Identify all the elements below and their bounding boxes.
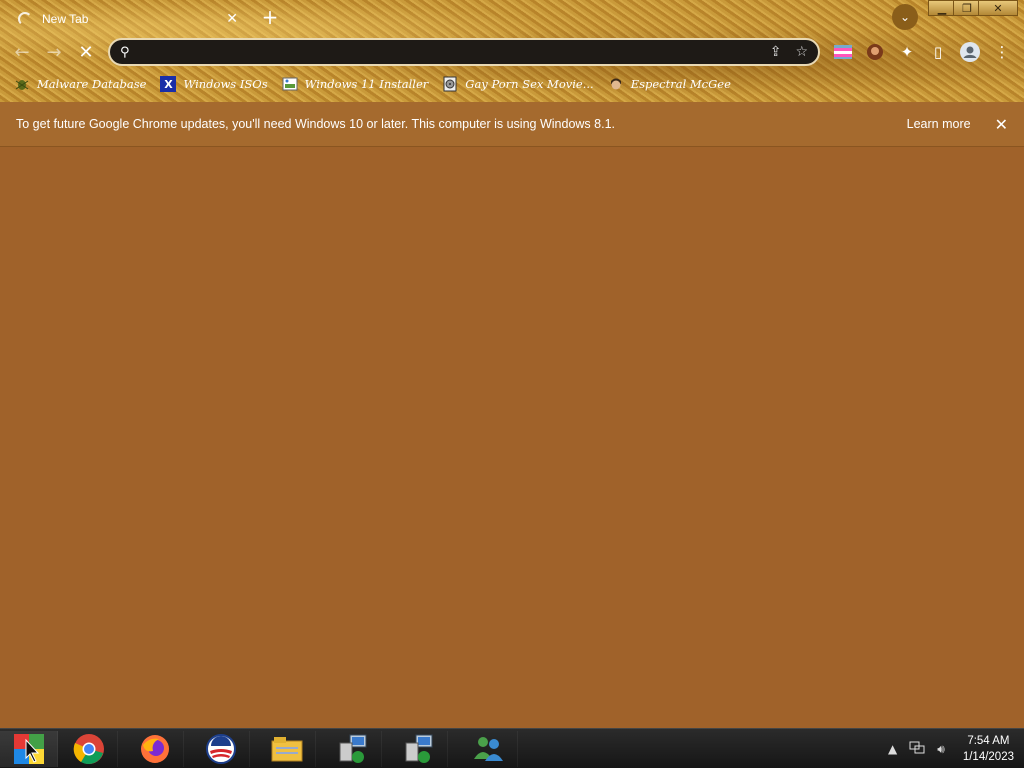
tab-new-tab[interactable]: New Tab ✕ xyxy=(8,3,248,34)
clock[interactable]: 7:54 AM 1/14/2023 xyxy=(963,733,1014,765)
taskbar: ▲ 🔊︎ 7:54 AM 1/14/2023 xyxy=(0,728,1024,768)
clock-date: 1/14/2023 xyxy=(962,751,1014,763)
back-button[interactable]: ← xyxy=(10,40,34,64)
infobar-close-icon[interactable]: ✕ xyxy=(995,115,1008,134)
address-input[interactable] xyxy=(137,44,756,60)
restore-button[interactable]: ❐ xyxy=(953,0,981,16)
extension-flag-icon[interactable] xyxy=(831,40,855,64)
bookmark-label: Windows ISOs xyxy=(183,77,268,91)
profile-avatar-icon[interactable] xyxy=(958,40,982,64)
taskbar-messenger-icon[interactable] xyxy=(460,731,518,767)
bookmark-windows-11-installer[interactable]: Windows 11 Installer xyxy=(282,76,429,92)
picture-icon xyxy=(282,76,298,92)
bookmark-star-icon[interactable]: ☆ xyxy=(795,44,808,60)
forward-button[interactable]: → xyxy=(42,40,66,64)
bookmark-label: Malware Database xyxy=(37,77,147,91)
loading-spinner-icon xyxy=(18,11,32,26)
x-logo-icon: X xyxy=(160,76,177,92)
new-tab-page xyxy=(0,147,1024,728)
bookmark-gay-porn-sex-movie[interactable]: Gay Porn Sex Movie... xyxy=(442,76,594,92)
bookmark-label: Windows 11 Installer xyxy=(304,77,429,91)
bookmarks-bar: Malware Database X Windows ISOs Windows … xyxy=(0,73,1024,95)
bookmark-malware-database[interactable]: Malware Database xyxy=(14,76,146,92)
search-icon: ⚲ xyxy=(120,44,130,60)
bug-icon xyxy=(14,76,30,92)
side-panel-icon[interactable]: ▯ xyxy=(926,40,950,64)
infobar-message: To get future Google Chrome updates, you… xyxy=(16,117,615,131)
learn-more-link[interactable]: Learn more xyxy=(907,117,971,131)
face-icon xyxy=(608,76,624,92)
bookmark-windows-isos[interactable]: X Windows ISOs xyxy=(160,76,268,92)
new-tab-button[interactable]: + xyxy=(258,5,282,29)
stop-button[interactable]: ✕ xyxy=(74,40,98,64)
bookmark-label: Espectral McGee xyxy=(630,77,731,91)
extensions-puzzle-icon[interactable]: ✦ xyxy=(895,40,919,64)
taskbar-chrome-icon[interactable] xyxy=(60,731,118,767)
taskbar-network-setup-2-icon[interactable] xyxy=(390,731,448,767)
tab-close-icon[interactable]: ✕ xyxy=(226,11,238,27)
chrome-menu-icon[interactable]: ⋮ xyxy=(990,40,1014,64)
taskbar-file-explorer-icon[interactable] xyxy=(258,731,316,767)
windows-start-icon xyxy=(13,734,44,764)
share-icon[interactable]: ⇪ xyxy=(770,44,782,60)
volume-icon[interactable]: 🔊︎ xyxy=(937,742,945,757)
taskbar-firefox-icon[interactable] xyxy=(126,731,184,767)
browser-header: New Tab ✕ + ⌄ ▁ ❐ ✕ ← → ✕ ⚲ ⇪ ☆ ✦ ▯ ⋮ Ma… xyxy=(0,0,1024,102)
tab-search-button[interactable]: ⌄ xyxy=(892,4,918,30)
disc-icon xyxy=(442,76,458,92)
extension-avatar-icon[interactable] xyxy=(863,40,887,64)
window-close-button[interactable]: ✕ xyxy=(978,0,1018,16)
minimize-button[interactable]: ▁ xyxy=(928,0,956,16)
bookmark-label: Gay Porn Sex Movie... xyxy=(465,77,594,91)
taskbar-obama-logo-icon[interactable] xyxy=(192,731,250,767)
start-button[interactable] xyxy=(0,731,58,767)
update-infobar: To get future Google Chrome updates, you… xyxy=(0,102,1024,147)
taskbar-network-setup-icon[interactable] xyxy=(324,731,382,767)
bookmark-espectral-mcgee[interactable]: Espectral McGee xyxy=(608,76,731,92)
tab-title: New Tab xyxy=(42,11,89,26)
system-tray: ▲ 🔊︎ 7:54 AM 1/14/2023 xyxy=(888,729,1014,768)
clock-time: 7:54 AM xyxy=(967,735,1010,747)
show-hidden-icons-icon[interactable]: ▲ xyxy=(888,742,897,756)
network-icon[interactable] xyxy=(909,741,925,758)
address-bar[interactable]: ⚲ ⇪ ☆ xyxy=(108,38,820,66)
